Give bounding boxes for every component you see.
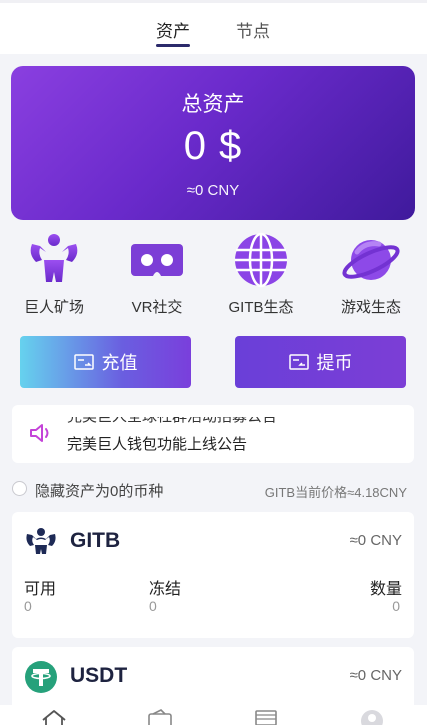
deposit-button[interactable]: 充值	[20, 336, 191, 388]
top-tab-bar: 资产 节点	[0, 0, 427, 54]
available-label: 可用	[24, 581, 57, 598]
gitb-price: GITB当前价格≈4.18CNY	[264, 485, 407, 500]
asset-name-gitb: GITB	[70, 529, 121, 552]
frozen-value: 0	[149, 598, 157, 614]
globe-icon	[235, 232, 287, 288]
feature-vr-social-label: VR社交	[131, 299, 183, 316]
tab-nodes[interactable]: 节点	[236, 17, 270, 42]
home-icon[interactable]	[41, 708, 67, 725]
usdt-logo-icon	[25, 661, 57, 693]
tab-assets-label: 资产	[156, 22, 190, 41]
gitb-logo-icon	[26, 528, 56, 554]
total-assets-title: 总资产	[181, 93, 245, 116]
announcement-ticker[interactable]: 完美巨人全球社群活动招募公告 完美巨人钱包功能上线公告	[12, 405, 414, 463]
asset-cny-usdt: ≈0 CNY	[349, 667, 402, 684]
asset-card-gitb[interactable]: GITB ≈0 CNY 可用 冻结 数量 0 0 0	[12, 512, 414, 638]
muscle-giant-icon	[30, 234, 78, 282]
hide-zero-radio[interactable]	[12, 481, 27, 496]
frozen-label: 冻结	[149, 581, 182, 598]
withdraw-button[interactable]: 提币	[235, 336, 406, 388]
feature-vr-social[interactable]: VR社交	[107, 230, 207, 317]
tab-active-underline	[156, 44, 190, 47]
announcement-previous: 完美巨人全球社群活动招募公告	[67, 417, 277, 426]
tab-nodes-label: 节点	[236, 22, 270, 41]
total-assets-cny: ≈0 CNY	[186, 182, 240, 199]
quantity-label: 数量	[369, 581, 402, 598]
withdraw-icon	[288, 354, 309, 370]
asset-filter-row: 隐藏资产为0的币种 GITB当前价格≈4.18CNY	[0, 478, 427, 500]
planet-icon	[342, 240, 400, 280]
bottom-nav	[0, 705, 427, 725]
feature-giant-mine[interactable]: 巨人矿场	[4, 230, 104, 317]
feature-giant-mine-label: 巨人矿场	[23, 299, 84, 316]
speaker-icon	[30, 424, 49, 442]
wallet-icon[interactable]	[147, 708, 173, 725]
laptop-icon[interactable]	[253, 708, 279, 725]
feature-game-ecosystem[interactable]: 游戏生态	[321, 230, 421, 317]
quantity-value: 0	[392, 598, 400, 614]
tab-assets[interactable]: 资产	[156, 17, 190, 47]
user-icon[interactable]	[359, 708, 385, 725]
announcement-current: 完美巨人钱包功能上线公告	[67, 436, 248, 453]
deposit-label: 充值	[101, 353, 138, 373]
asset-cny-gitb: ≈0 CNY	[349, 532, 402, 549]
total-assets-amount: 0 $	[183, 124, 243, 168]
feature-game-ecosystem-label: 游戏生态	[340, 299, 401, 316]
feature-gitb-ecosystem-label: GITB生态	[228, 299, 294, 316]
feature-gitb-ecosystem[interactable]: GITB生态	[211, 230, 311, 317]
hide-zero-label[interactable]: 隐藏资产为0的币种	[35, 480, 163, 501]
withdraw-label: 提币	[316, 353, 353, 373]
asset-name-usdt: USDT	[70, 664, 128, 687]
vr-headset-icon	[131, 244, 183, 276]
deposit-icon	[73, 354, 94, 370]
available-value: 0	[24, 598, 32, 614]
total-assets-card: 总资产 0 $ ≈0 CNY	[11, 66, 415, 220]
